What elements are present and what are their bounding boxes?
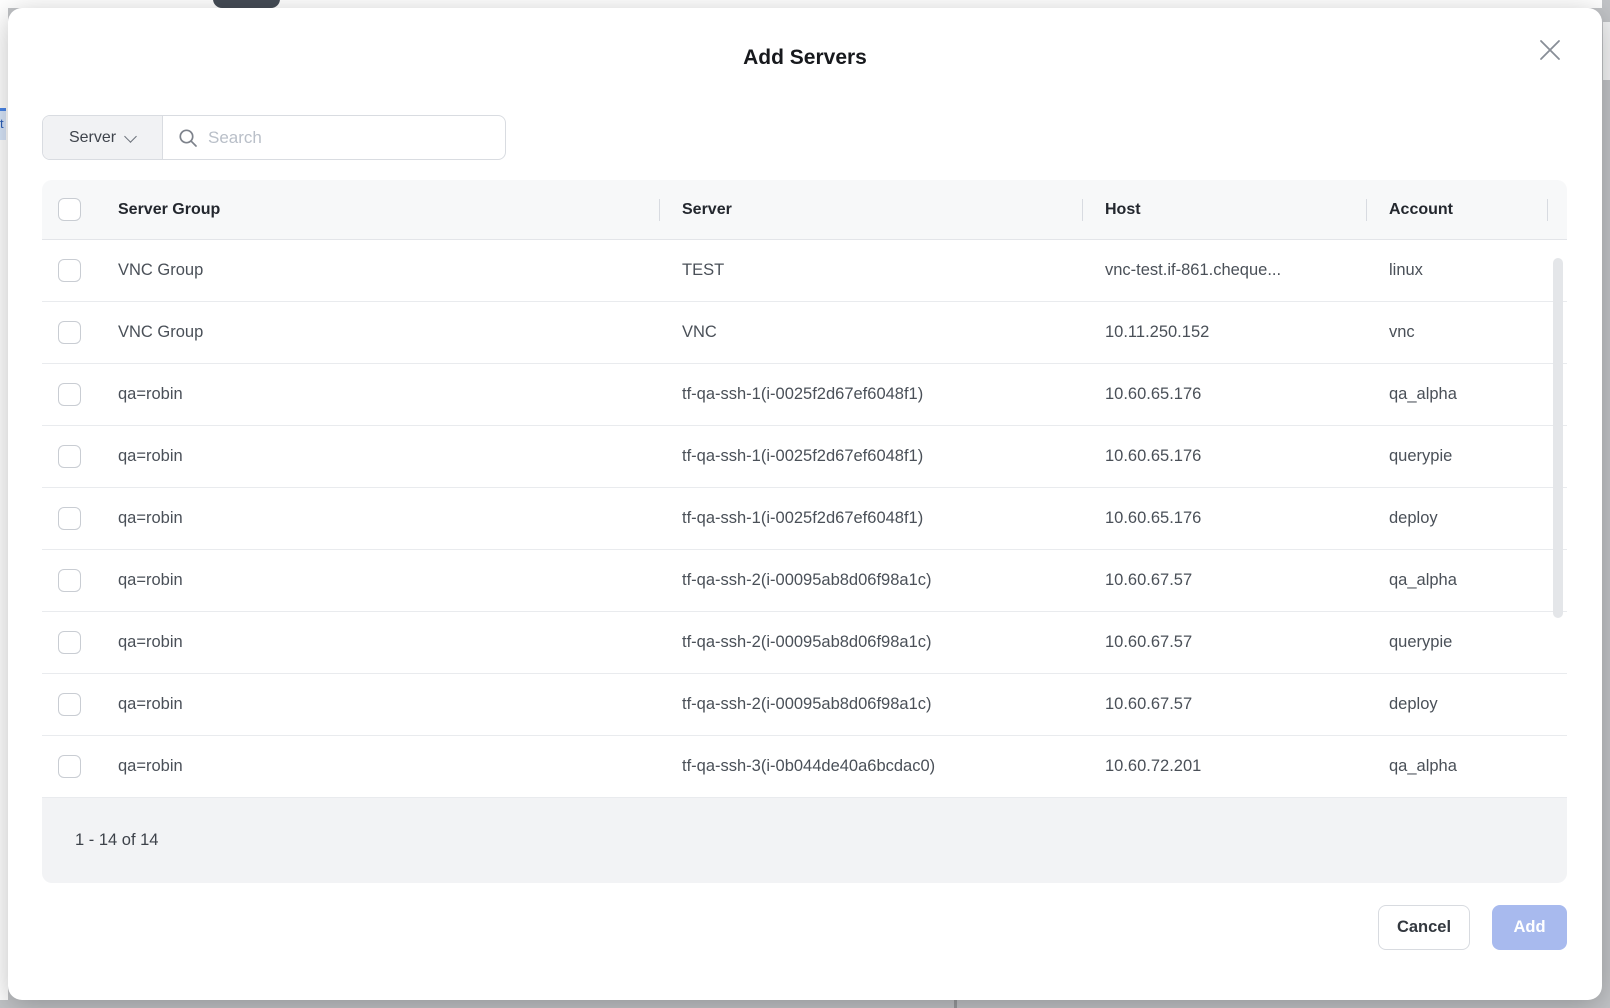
row-checkbox[interactable] <box>58 259 81 282</box>
cell-server: tf-qa-ssh-2(i-00095ab8d06f98a1c) <box>660 695 1083 714</box>
table-row[interactable]: qa=robin tf-qa-ssh-1(i-0025f2d67ef6048f1… <box>42 426 1567 488</box>
cell-host: 10.60.65.176 <box>1083 447 1367 466</box>
close-icon[interactable] <box>1537 37 1563 63</box>
cell-account: linux <box>1367 261 1567 280</box>
add-button[interactable]: Add <box>1492 905 1567 950</box>
cell-account: qa_alpha <box>1367 385 1567 404</box>
column-header-server-group[interactable]: Server Group <box>118 180 660 239</box>
table-row[interactable]: qa=robin tf-qa-ssh-3(i-0b044de40a6bcdac0… <box>42 736 1567 798</box>
select-all-checkbox[interactable] <box>58 198 81 221</box>
table-row[interactable]: qa=robin tf-qa-ssh-1(i-0025f2d67ef6048f1… <box>42 364 1567 426</box>
cell-host: 10.11.250.152 <box>1083 323 1367 342</box>
row-checkbox[interactable] <box>58 507 81 530</box>
table-row[interactable]: qa=robin tf-qa-ssh-1(i-0025f2d67ef6048f1… <box>42 488 1567 550</box>
table-row[interactable]: qa=robin tf-qa-ssh-2(i-00095ab8d06f98a1c… <box>42 550 1567 612</box>
cell-account: vnc <box>1367 323 1567 342</box>
server-table-body: VNC Group TEST vnc-test.if-861.cheque...… <box>42 240 1567 798</box>
filter-type-dropdown[interactable]: Server <box>43 116 163 159</box>
search-box <box>163 116 505 159</box>
cell-account: querypie <box>1367 447 1567 466</box>
pagination-text: 1 - 14 of 14 <box>75 831 158 850</box>
cell-server-group: qa=robin <box>118 509 660 528</box>
cell-server: TEST <box>660 261 1083 280</box>
cancel-button[interactable]: Cancel <box>1378 905 1470 950</box>
filter-type-label: Server <box>69 129 116 147</box>
table-scrollbar-thumb[interactable] <box>1553 258 1563 618</box>
search-input[interactable] <box>208 128 505 148</box>
cell-server-group: qa=robin <box>118 695 660 714</box>
search-icon <box>178 128 198 148</box>
filter-bar: Server <box>42 115 506 160</box>
cell-server-group: VNC Group <box>118 261 660 280</box>
table-row[interactable]: qa=robin tf-qa-ssh-2(i-00095ab8d06f98a1c… <box>42 674 1567 736</box>
cell-host: 10.60.72.201 <box>1083 757 1367 776</box>
row-checkbox[interactable] <box>58 693 81 716</box>
background-divider <box>954 1000 957 1008</box>
cell-server: tf-qa-ssh-2(i-00095ab8d06f98a1c) <box>660 633 1083 652</box>
cell-account: qa_alpha <box>1367 757 1567 776</box>
row-checkbox[interactable] <box>58 321 81 344</box>
pagination-bar: 1 - 14 of 14 <box>42 798 1567 883</box>
background-page-left <box>0 0 8 1000</box>
cell-server: VNC <box>660 323 1083 342</box>
cell-server-group: VNC Group <box>118 323 660 342</box>
cell-server: tf-qa-ssh-1(i-0025f2d67ef6048f1) <box>660 509 1083 528</box>
row-checkbox[interactable] <box>58 445 81 468</box>
column-header-host[interactable]: Host <box>1083 180 1367 239</box>
cell-account: qa_alpha <box>1367 571 1567 590</box>
row-checkbox[interactable] <box>58 383 81 406</box>
column-header-server[interactable]: Server <box>660 180 1083 239</box>
cell-host: vnc-test.if-861.cheque... <box>1083 261 1367 280</box>
row-checkbox[interactable] <box>58 755 81 778</box>
cell-server-group: qa=robin <box>118 447 660 466</box>
table-header-row: Server Group Server Host Account <box>42 180 1567 240</box>
cell-server: tf-qa-ssh-2(i-00095ab8d06f98a1c) <box>660 571 1083 590</box>
cell-server-group: qa=robin <box>118 757 660 776</box>
table-row[interactable]: VNC Group TEST vnc-test.if-861.cheque...… <box>42 240 1567 302</box>
table-row[interactable]: VNC Group VNC 10.11.250.152 vnc <box>42 302 1567 364</box>
cell-host: 10.60.65.176 <box>1083 509 1367 528</box>
cell-server: tf-qa-ssh-1(i-0025f2d67ef6048f1) <box>660 447 1083 466</box>
cell-server: tf-qa-ssh-3(i-0b044de40a6bcdac0) <box>660 757 1083 776</box>
background-fragment <box>1603 22 1610 80</box>
chevron-down-icon <box>125 130 136 141</box>
cell-host: 10.60.67.57 <box>1083 633 1367 652</box>
add-servers-modal: Add Servers Server Server Group Server H <box>8 8 1602 1000</box>
table-row[interactable]: qa=robin tf-qa-ssh-2(i-00095ab8d06f98a1c… <box>42 612 1567 674</box>
column-header-account[interactable]: Account <box>1367 180 1567 239</box>
background-text-fragment: t <box>0 108 6 140</box>
server-table: Server Group Server Host Account VNC Gro… <box>42 180 1567 883</box>
cell-host: 10.60.67.57 <box>1083 695 1367 714</box>
cell-server: tf-qa-ssh-1(i-0025f2d67ef6048f1) <box>660 385 1083 404</box>
cell-account: deploy <box>1367 695 1567 714</box>
page-title: Add Servers <box>8 46 1602 70</box>
cell-host: 10.60.67.57 <box>1083 571 1367 590</box>
row-checkbox[interactable] <box>58 569 81 592</box>
background-toggle-fragment <box>213 0 280 8</box>
cell-server-group: qa=robin <box>118 385 660 404</box>
cell-account: querypie <box>1367 633 1567 652</box>
cell-server-group: qa=robin <box>118 633 660 652</box>
cell-host: 10.60.65.176 <box>1083 385 1367 404</box>
row-checkbox[interactable] <box>58 631 81 654</box>
cell-server-group: qa=robin <box>118 571 660 590</box>
cell-account: deploy <box>1367 509 1567 528</box>
